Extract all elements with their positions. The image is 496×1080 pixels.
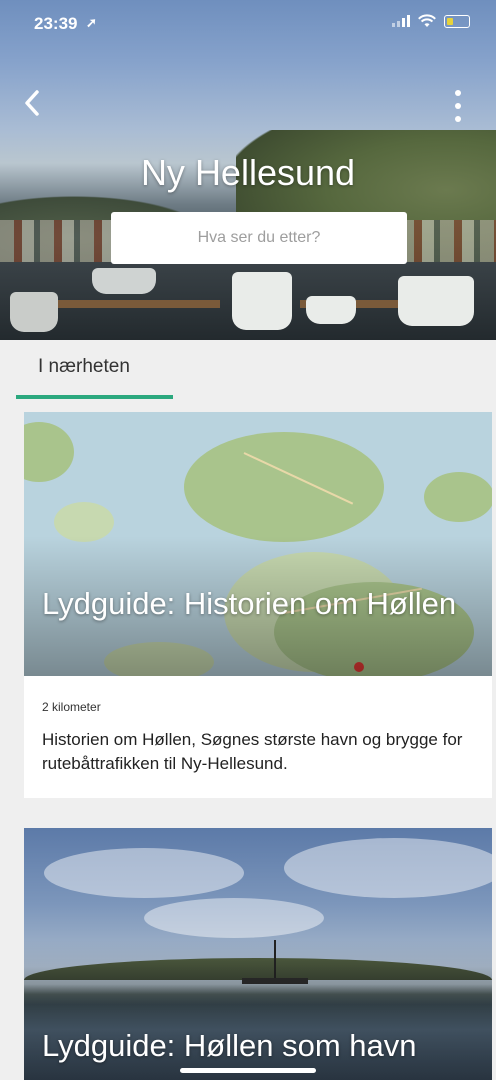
hero-photo-pier [40, 300, 220, 308]
card-title: Lydguide: Høllen som havn [42, 1028, 417, 1063]
more-options-button[interactable] [450, 90, 466, 122]
hero-photo-boat [306, 296, 356, 324]
hero-photo-boat [232, 272, 292, 330]
status-bar: 23:39 ➚ [0, 0, 496, 44]
tab-nearby[interactable]: I nærheten [16, 340, 173, 402]
card-title: Lydguide: Historien om Høllen [42, 586, 457, 621]
wifi-icon [418, 14, 436, 27]
hero-photo-boat [398, 276, 474, 326]
more-vertical-icon [455, 90, 461, 96]
map-land [184, 432, 384, 542]
hero-photo-boat [92, 268, 156, 294]
signal-icon [392, 15, 410, 27]
hero-photo-boat [10, 292, 58, 332]
search-input[interactable] [111, 212, 407, 264]
photo-cloud [144, 898, 324, 938]
location-arrow-icon: ➚ [86, 15, 97, 30]
tab-bar: I nærheten [0, 340, 496, 402]
header-hero: 23:39 ➚ Ny Hellesund [0, 0, 496, 340]
guide-card[interactable]: Lydguide: Historien om Høllen 2 kilomete… [24, 412, 492, 798]
photo-cloud [284, 838, 492, 898]
card-distance: 2 kilometer [42, 700, 101, 714]
map-land [24, 422, 74, 482]
card-description: Historien om Høllen, Søgnes største havn… [42, 730, 463, 773]
map-land [424, 472, 492, 522]
photo-cloud [44, 848, 244, 898]
back-button[interactable] [22, 88, 52, 124]
active-tab-indicator [16, 395, 173, 399]
page-title: Ny Hellesund [140, 152, 356, 193]
guide-card[interactable]: Lydguide: Høllen som havn [24, 828, 492, 1080]
chevron-left-icon [25, 90, 39, 116]
card-map-image [24, 412, 492, 676]
home-indicator[interactable] [180, 1068, 316, 1073]
status-icons [392, 14, 470, 28]
status-time: 23:39 [34, 14, 78, 33]
tab-label: I nærheten [38, 356, 130, 377]
battery-icon [444, 14, 470, 28]
